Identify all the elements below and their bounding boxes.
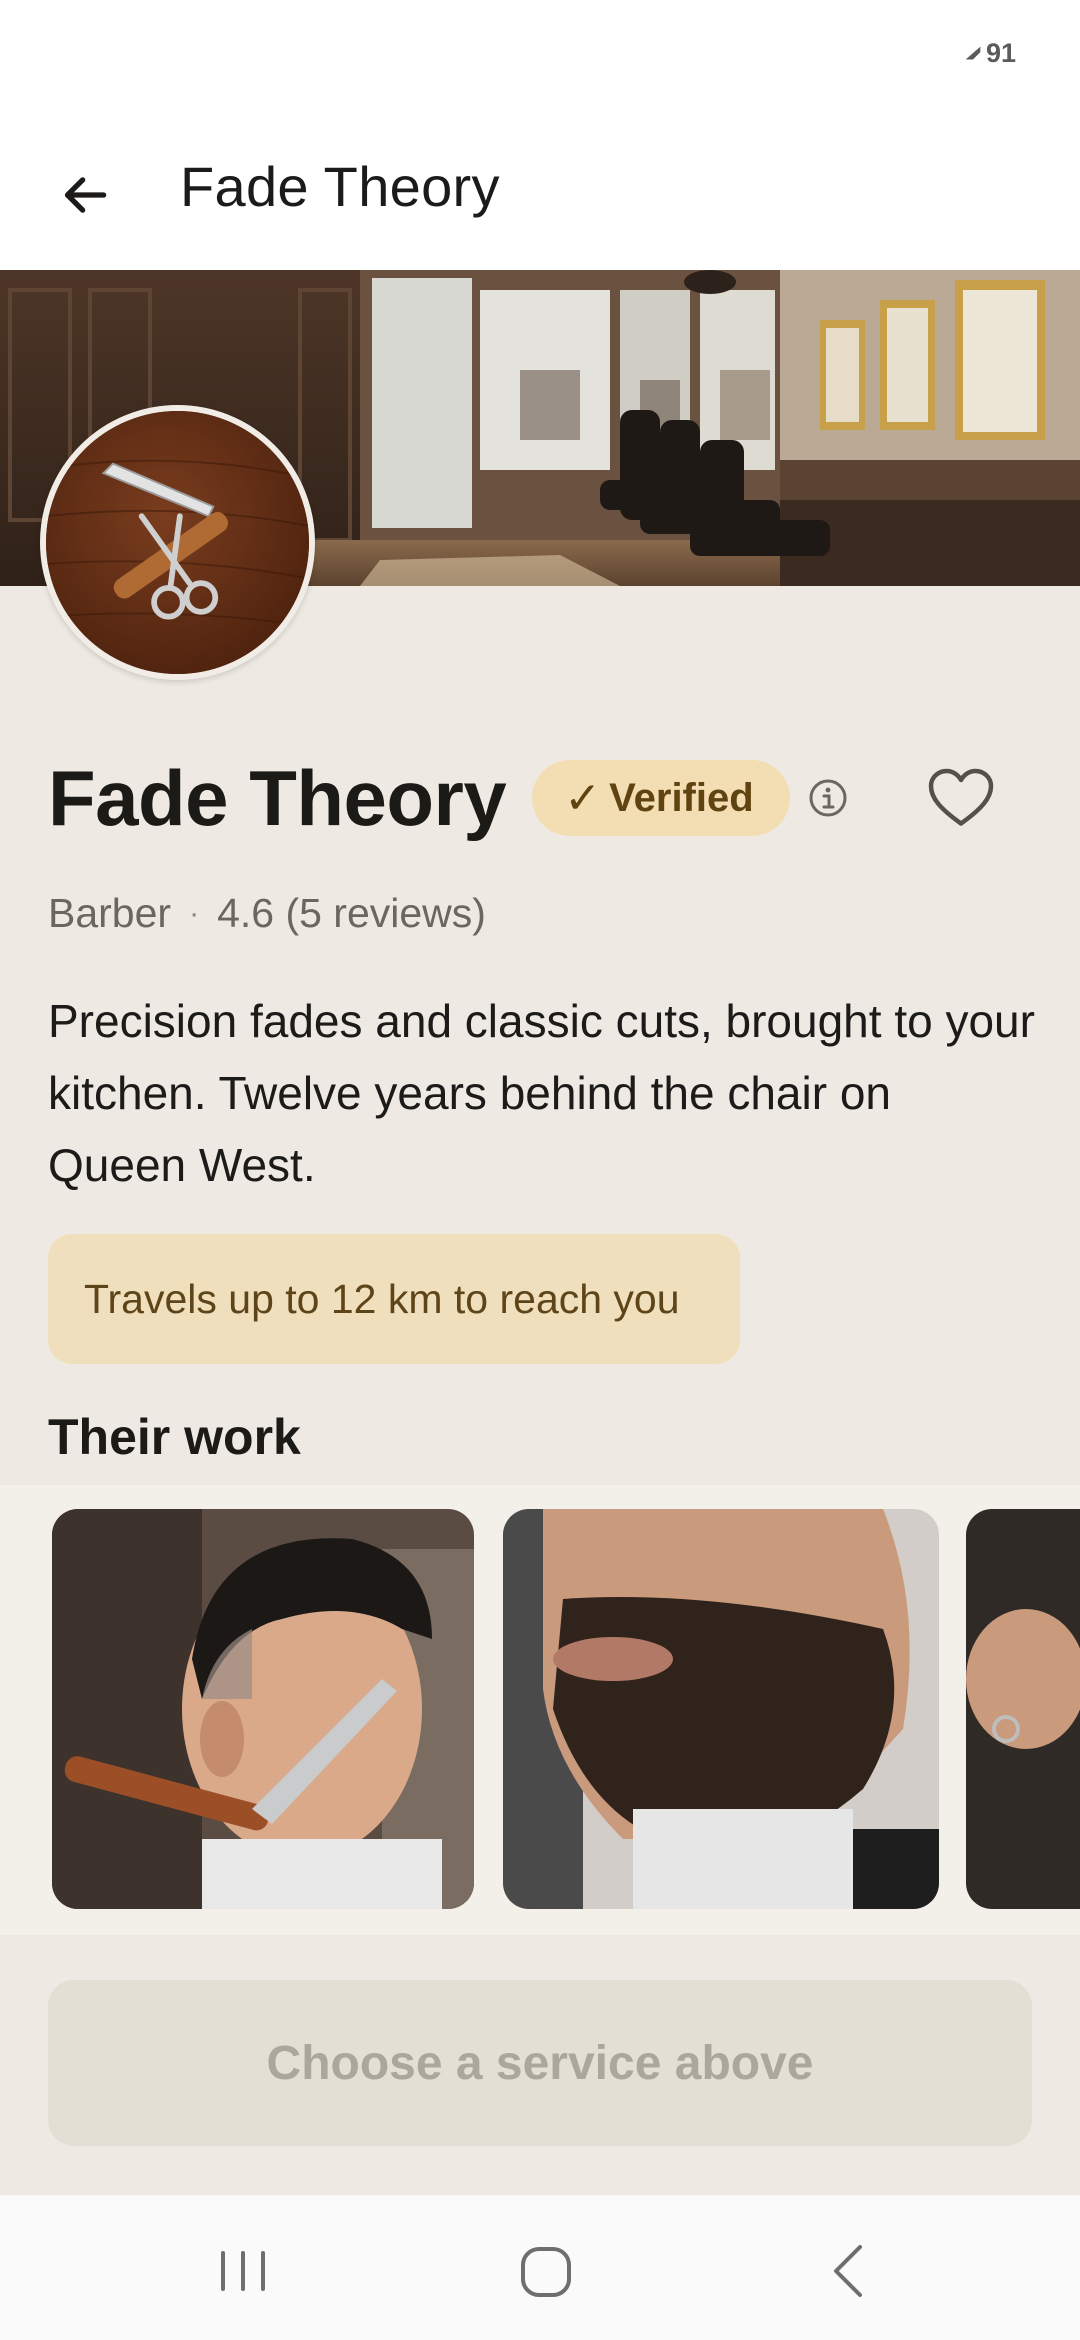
work-gallery[interactable] <box>0 1485 1080 1935</box>
back-button[interactable] <box>40 150 130 240</box>
avatar <box>40 405 315 680</box>
travel-radius-badge: Travels up to 12 km to reach you <box>48 1234 740 1364</box>
separator-dot: · <box>189 896 200 930</box>
category-label: Barber <box>48 890 172 936</box>
chevron-left-icon <box>834 2245 862 2297</box>
home-button[interactable] <box>505 2231 585 2311</box>
status-bar: 91 <box>0 0 1080 110</box>
gallery-photo-tools[interactable] <box>966 1509 1080 1909</box>
provider-name: Fade Theory <box>48 753 507 842</box>
system-nav-bar <box>0 2195 1080 2340</box>
gallery-photo-fade[interactable] <box>52 1509 474 1909</box>
gallery-title: Their work <box>48 1409 301 1465</box>
description: Precision fades and classic cuts, brough… <box>48 995 1035 1191</box>
home-icon <box>521 2247 571 2297</box>
page-title: Fade Theory <box>180 155 500 218</box>
choose-service-button[interactable]: Choose a service above <box>48 1980 1032 2146</box>
verified-label: Verified <box>609 775 754 820</box>
battery-indicator: 91 <box>962 38 1016 69</box>
system-back-button[interactable] <box>808 2231 888 2311</box>
battery-level: 91 <box>985 38 1016 68</box>
info-icon[interactable] <box>806 776 850 820</box>
check-icon: ✓ <box>564 773 602 823</box>
charging-icon <box>965 46 981 59</box>
recents-icon <box>221 2251 265 2291</box>
recents-button[interactable] <box>203 2231 283 2311</box>
verified-badge: ✓ Verified <box>532 760 790 836</box>
rating-text[interactable]: 4.6 (5 reviews) <box>217 890 486 937</box>
gallery-photo-beard[interactable] <box>503 1509 939 1909</box>
favorite-heart-icon[interactable] <box>925 762 997 834</box>
app-bar: Fade Theory <box>0 110 1080 270</box>
back-arrow-icon <box>64 177 107 213</box>
name-row: Fade Theory ✓ Verified <box>48 750 850 846</box>
meta-line: Barber · 4.6 (5 reviews) <box>48 890 486 937</box>
